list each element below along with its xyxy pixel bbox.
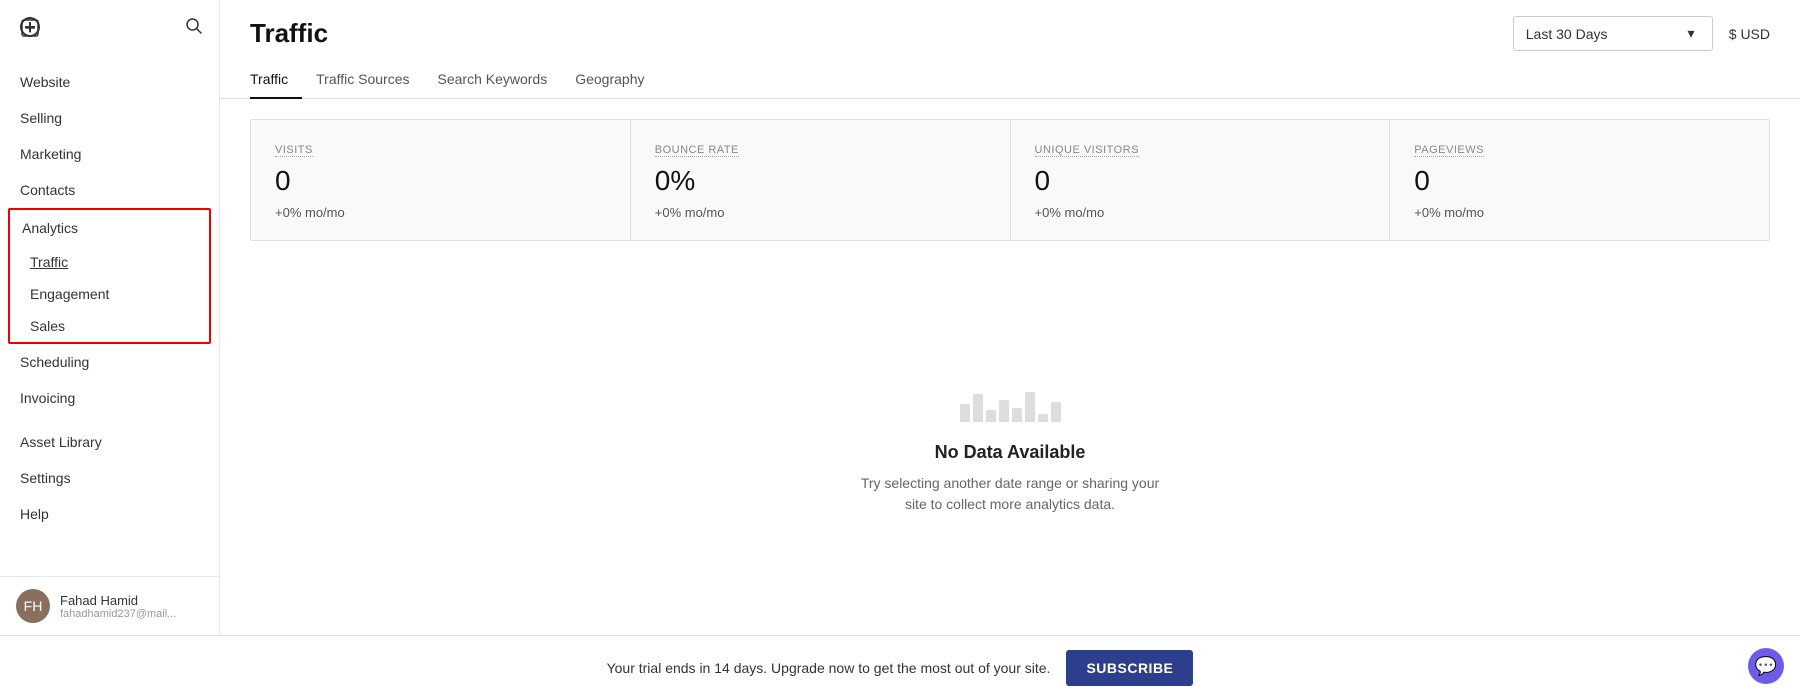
currency-label: $ USD xyxy=(1729,26,1770,42)
user-info: Fahad Hamid fahadhamid237@mail... xyxy=(60,593,176,620)
stats-row: VISITS 0 +0% mo/mo BOUNCE RATE 0% +0% mo… xyxy=(250,119,1770,241)
user-profile[interactable]: FH Fahad Hamid fahadhamid237@mail... xyxy=(0,576,219,635)
stat-bounce-label: BOUNCE RATE xyxy=(655,144,739,157)
stat-pageviews-change: +0% mo/mo xyxy=(1414,205,1745,220)
avatar: FH xyxy=(16,589,50,623)
stat-visits-change: +0% mo/mo xyxy=(275,205,606,220)
sidebar-item-asset-library[interactable]: Asset Library xyxy=(0,424,219,460)
stat-bounce-value: 0% xyxy=(655,165,986,197)
stat-unique-change: +0% mo/mo xyxy=(1035,205,1366,220)
sidebar-item-website[interactable]: Website xyxy=(0,64,219,100)
no-data-title: No Data Available xyxy=(935,442,1086,463)
tab-traffic-sources[interactable]: Traffic Sources xyxy=(302,61,423,99)
stat-visits-label: VISITS xyxy=(275,144,313,157)
stat-unique-value: 0 xyxy=(1035,165,1366,197)
stat-unique-label: UNIQUE VISITORS xyxy=(1035,144,1139,157)
date-range-selector[interactable]: Last 30 Days ▾ xyxy=(1513,16,1713,51)
sidebar-item-sales[interactable]: Sales xyxy=(10,310,209,342)
sidebar-item-scheduling[interactable]: Scheduling xyxy=(0,344,219,380)
stat-bounce-rate: BOUNCE RATE 0% +0% mo/mo xyxy=(631,120,1011,240)
empty-chart-icon xyxy=(960,362,1061,422)
tab-bar: Traffic Traffic Sources Search Keywords … xyxy=(220,61,1800,99)
analytics-section: Analytics Traffic Engagement Sales xyxy=(8,208,211,344)
chat-widget[interactable]: 💬 xyxy=(1748,648,1784,684)
sidebar-item-contacts[interactable]: Contacts xyxy=(0,172,219,208)
tab-search-keywords[interactable]: Search Keywords xyxy=(424,61,562,99)
user-name: Fahad Hamid xyxy=(60,593,176,608)
user-email: fahadhamid237@mail... xyxy=(60,608,176,620)
sidebar-item-marketing[interactable]: Marketing xyxy=(0,136,219,172)
sidebar-item-settings[interactable]: Settings xyxy=(0,460,219,496)
page-title: Traffic xyxy=(250,18,328,49)
tab-traffic[interactable]: Traffic xyxy=(250,61,302,99)
date-range-label: Last 30 Days xyxy=(1526,26,1608,42)
trial-banner: Your trial ends in 14 days. Upgrade now … xyxy=(0,635,1800,700)
sidebar-item-analytics[interactable]: Analytics xyxy=(10,210,209,246)
stat-pageviews-label: PAGEVIEWS xyxy=(1414,144,1484,157)
sidebar-header xyxy=(0,0,219,56)
no-data-area: No Data Available Try selecting another … xyxy=(220,241,1800,635)
sidebar-item-selling[interactable]: Selling xyxy=(0,100,219,136)
tab-geography[interactable]: Geography xyxy=(561,61,658,99)
no-data-subtitle: Try selecting another date range or shar… xyxy=(850,473,1170,515)
search-button[interactable] xyxy=(185,17,203,40)
stat-bounce-change: +0% mo/mo xyxy=(655,205,986,220)
sidebar-item-traffic[interactable]: Traffic xyxy=(10,246,209,278)
stat-visits-value: 0 xyxy=(275,165,606,197)
sidebar-item-invoicing[interactable]: Invoicing xyxy=(0,380,219,416)
header-controls: Last 30 Days ▾ $ USD xyxy=(1513,16,1770,51)
sidebar: Website Selling Marketing Contacts Analy… xyxy=(0,0,220,635)
main-content: Traffic Last 30 Days ▾ $ USD Traffic Tra… xyxy=(220,0,1800,635)
trial-message: Your trial ends in 14 days. Upgrade now … xyxy=(607,660,1051,676)
squarespace-logo xyxy=(16,14,44,42)
page-header: Traffic Last 30 Days ▾ $ USD xyxy=(220,0,1800,51)
stat-visits: VISITS 0 +0% mo/mo xyxy=(251,120,631,240)
subscribe-button[interactable]: SUBSCRIBE xyxy=(1066,650,1193,686)
stat-unique-visitors: UNIQUE VISITORS 0 +0% mo/mo xyxy=(1011,120,1391,240)
sidebar-item-engagement[interactable]: Engagement xyxy=(10,278,209,310)
sidebar-nav: Website Selling Marketing Contacts Analy… xyxy=(0,56,219,576)
chevron-down-icon: ▾ xyxy=(1687,25,1694,42)
stat-pageviews-value: 0 xyxy=(1414,165,1745,197)
sidebar-item-help[interactable]: Help xyxy=(0,496,219,532)
chat-icon: 💬 xyxy=(1755,656,1777,677)
stat-pageviews: PAGEVIEWS 0 +0% mo/mo xyxy=(1390,120,1769,240)
